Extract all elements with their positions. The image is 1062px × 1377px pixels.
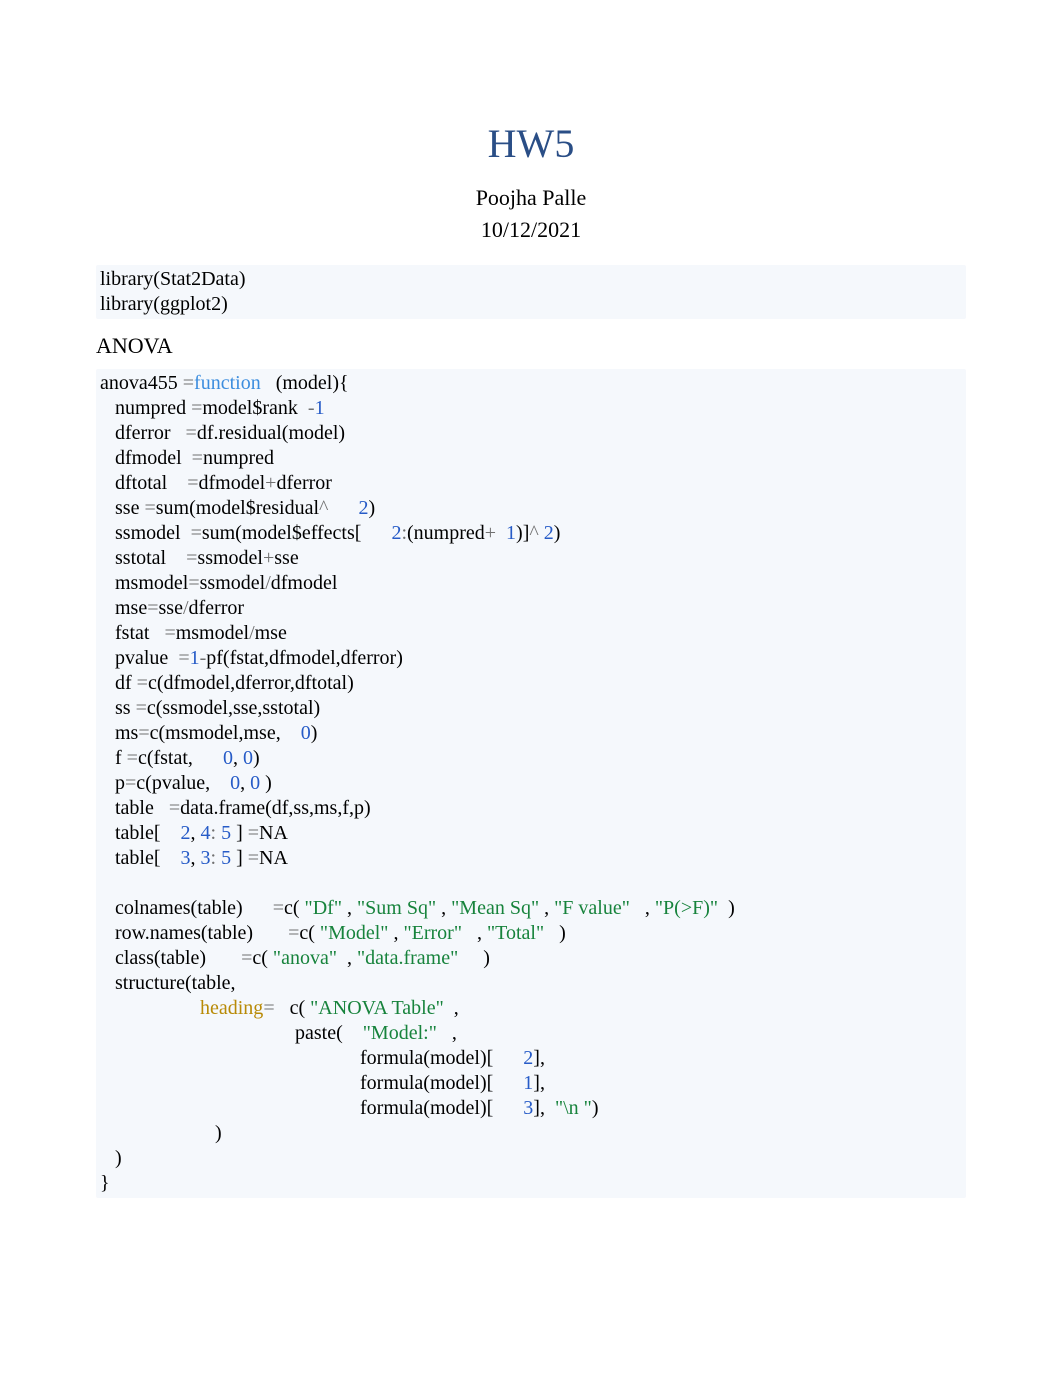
code-line: dferror =df.residual(model) <box>100 422 345 444</box>
code-line: msmodel=ssmodel/dfmodel <box>100 572 337 594</box>
code-line: colnames(table) =c( "Df" , "Sum Sq" , "M… <box>100 897 735 919</box>
code-line: fstat =msmodel/mse <box>100 622 287 644</box>
code-line: anova455 =function (model){ <box>100 372 349 394</box>
code-line: heading= c( "ANOVA Table" , <box>100 997 459 1019</box>
page-title: HW5 <box>96 120 966 167</box>
code-line: row.names(table) =c( "Model" , "Error" ,… <box>100 922 566 944</box>
code-line: mse=sse/dferror <box>100 597 244 619</box>
code-line: ss =c(ssmodel,sse,sstotal) <box>100 697 320 719</box>
code-line: table[ 3, 3: 5 ] =NA <box>100 847 288 869</box>
code-line: formula(model)[ 1], <box>100 1072 545 1094</box>
code-block-1: library(Stat2Data) library(ggplot2) <box>96 265 966 319</box>
code-line: dfmodel =numpred <box>100 447 274 469</box>
code-line: p=c(pvalue, 0, 0 ) <box>100 772 272 794</box>
code-line: dftotal =dfmodel+dferror <box>100 472 332 494</box>
code-line: f =c(fstat, 0, 0) <box>100 747 260 769</box>
code-line: ssmodel =sum(model$effects[ 2:(numpred+ … <box>100 522 560 544</box>
code-line: numpred =model$rank -1 <box>100 397 325 419</box>
code-line: table =data.frame(df,ss,ms,f,p) <box>100 797 371 819</box>
code-line: formula(model)[ 2], <box>100 1047 545 1069</box>
date: 10/12/2021 <box>96 217 966 243</box>
code-line: class(table) =c( "anova" , "data.frame" … <box>100 947 490 969</box>
code-line: library(ggplot2) <box>100 293 228 315</box>
code-line: structure(table, <box>100 972 236 994</box>
author: Poojha Palle <box>96 185 966 211</box>
code-line: } <box>100 1172 110 1194</box>
code-line: ms=c(msmodel,mse, 0) <box>100 722 317 744</box>
code-line: pvalue =1-pf(fstat,dfmodel,dferror) <box>100 647 403 669</box>
code-line: df =c(dfmodel,dferror,dftotal) <box>100 672 354 694</box>
section-heading-anova: ANOVA <box>96 333 966 359</box>
code-line <box>100 872 105 894</box>
code-line: library(Stat2Data) <box>100 268 246 290</box>
code-line: ) <box>100 1147 122 1169</box>
code-block-2: anova455 =function (model){ numpred =mod… <box>96 369 966 1198</box>
code-line: paste( "Model:" , <box>100 1022 457 1044</box>
code-line: sse =sum(model$residual^ 2) <box>100 497 375 519</box>
code-line: formula(model)[ 3], "\n ") <box>100 1097 599 1119</box>
code-line: table[ 2, 4: 5 ] =NA <box>100 822 288 844</box>
code-line: ) <box>100 1122 222 1144</box>
code-line: sstotal =ssmodel+sse <box>100 547 299 569</box>
